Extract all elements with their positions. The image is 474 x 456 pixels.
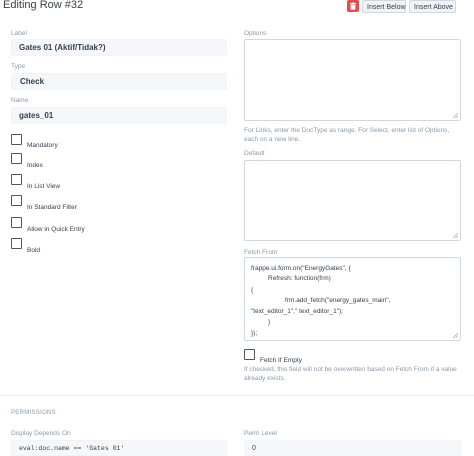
mandatory-label: Mandatory xyxy=(27,141,58,149)
resize-grip-icon[interactable] xyxy=(453,333,458,338)
fetch-if-empty-label: Fetch If Empty xyxy=(260,357,302,364)
index-label: Index xyxy=(27,161,43,169)
allow-quick-entry-checkbox-row[interactable]: Allow in Quick Entry xyxy=(11,216,85,233)
section-divider xyxy=(0,395,474,396)
in-standard-filter-checkbox[interactable] xyxy=(11,194,22,206)
in-list-view-label: In List View xyxy=(27,182,61,190)
code-line: Refresh: function(frm) xyxy=(268,275,331,282)
options-textarea[interactable] xyxy=(244,39,461,121)
options-caption: Options xyxy=(244,30,267,37)
fetch-if-empty-checkbox[interactable] xyxy=(244,348,255,360)
name-caption: Name xyxy=(11,97,29,104)
bold-checkbox-row[interactable]: Bold xyxy=(11,237,40,254)
code-line: "text_editor_1"," text_editor_1"); xyxy=(251,308,343,315)
code-line: }); xyxy=(251,330,258,337)
in-list-view-checkbox-row[interactable]: In List View xyxy=(11,173,60,190)
mandatory-checkbox-row[interactable]: Mandatory xyxy=(11,133,58,149)
index-checkbox[interactable] xyxy=(11,152,22,164)
display-depends-on-caption: Display Depends On xyxy=(11,430,71,437)
default-caption: Default xyxy=(244,150,265,157)
label-input[interactable]: Gates 01 (Aktif/Tidak?) xyxy=(11,39,227,56)
in-standard-filter-label: In Standard Filter xyxy=(27,203,77,211)
fetch-from-caption: Fetch From xyxy=(244,249,278,256)
resize-grip-icon[interactable] xyxy=(453,113,458,118)
perm-level-caption: Perm Level xyxy=(244,430,277,437)
bold-checkbox[interactable] xyxy=(11,237,22,249)
label-caption: Label xyxy=(11,30,27,37)
trash-icon xyxy=(349,2,357,10)
type-caption: Type xyxy=(11,63,26,70)
in-standard-filter-checkbox-row[interactable]: In Standard Filter xyxy=(11,194,77,211)
code-line: { xyxy=(251,287,254,294)
permissions-section-title: PERMISSIONS xyxy=(11,410,56,416)
name-input[interactable]: gates_01 xyxy=(11,107,227,124)
insert-below-button[interactable]: Insert Below xyxy=(362,0,406,13)
row-editor-header: Editing Row #32 Insert Below Insert Abov… xyxy=(0,0,474,14)
bold-label: Bold xyxy=(27,246,41,254)
fetch-from-textarea[interactable]: frappe.ui.form.on("EnergyGates", { Refre… xyxy=(244,257,461,341)
fetch-if-empty-help-text: If checked, this field will not be overw… xyxy=(244,366,457,382)
resize-grip-icon[interactable] xyxy=(453,233,458,238)
code-line: frappe.ui.form.on("EnergyGates", { xyxy=(251,265,351,272)
in-list-view-checkbox[interactable] xyxy=(11,173,22,185)
code-line: } xyxy=(268,319,271,326)
allow-quick-entry-checkbox[interactable] xyxy=(11,216,22,228)
delete-row-button[interactable] xyxy=(347,0,359,12)
index-checkbox-row[interactable]: Index xyxy=(11,152,43,169)
perm-level-input[interactable]: 0 xyxy=(244,440,461,456)
type-select[interactable]: Check xyxy=(11,73,227,90)
code-line: frm.add_fetch("energy_gates_main", xyxy=(285,297,391,304)
display-depends-on-input[interactable]: eval:doc.name == 'Gates 01' xyxy=(11,440,227,456)
page-title: Editing Row #32 xyxy=(3,0,84,11)
insert-above-button[interactable]: Insert Above xyxy=(409,0,456,13)
fetch-if-empty-checkbox-row[interactable]: Fetch If Empty xyxy=(244,348,302,364)
default-textarea[interactable] xyxy=(244,160,461,241)
options-help-text: For Links, enter the DocType as range. F… xyxy=(244,127,450,143)
mandatory-checkbox[interactable] xyxy=(11,133,22,145)
allow-quick-entry-label: Allow in Quick Entry xyxy=(27,225,85,233)
